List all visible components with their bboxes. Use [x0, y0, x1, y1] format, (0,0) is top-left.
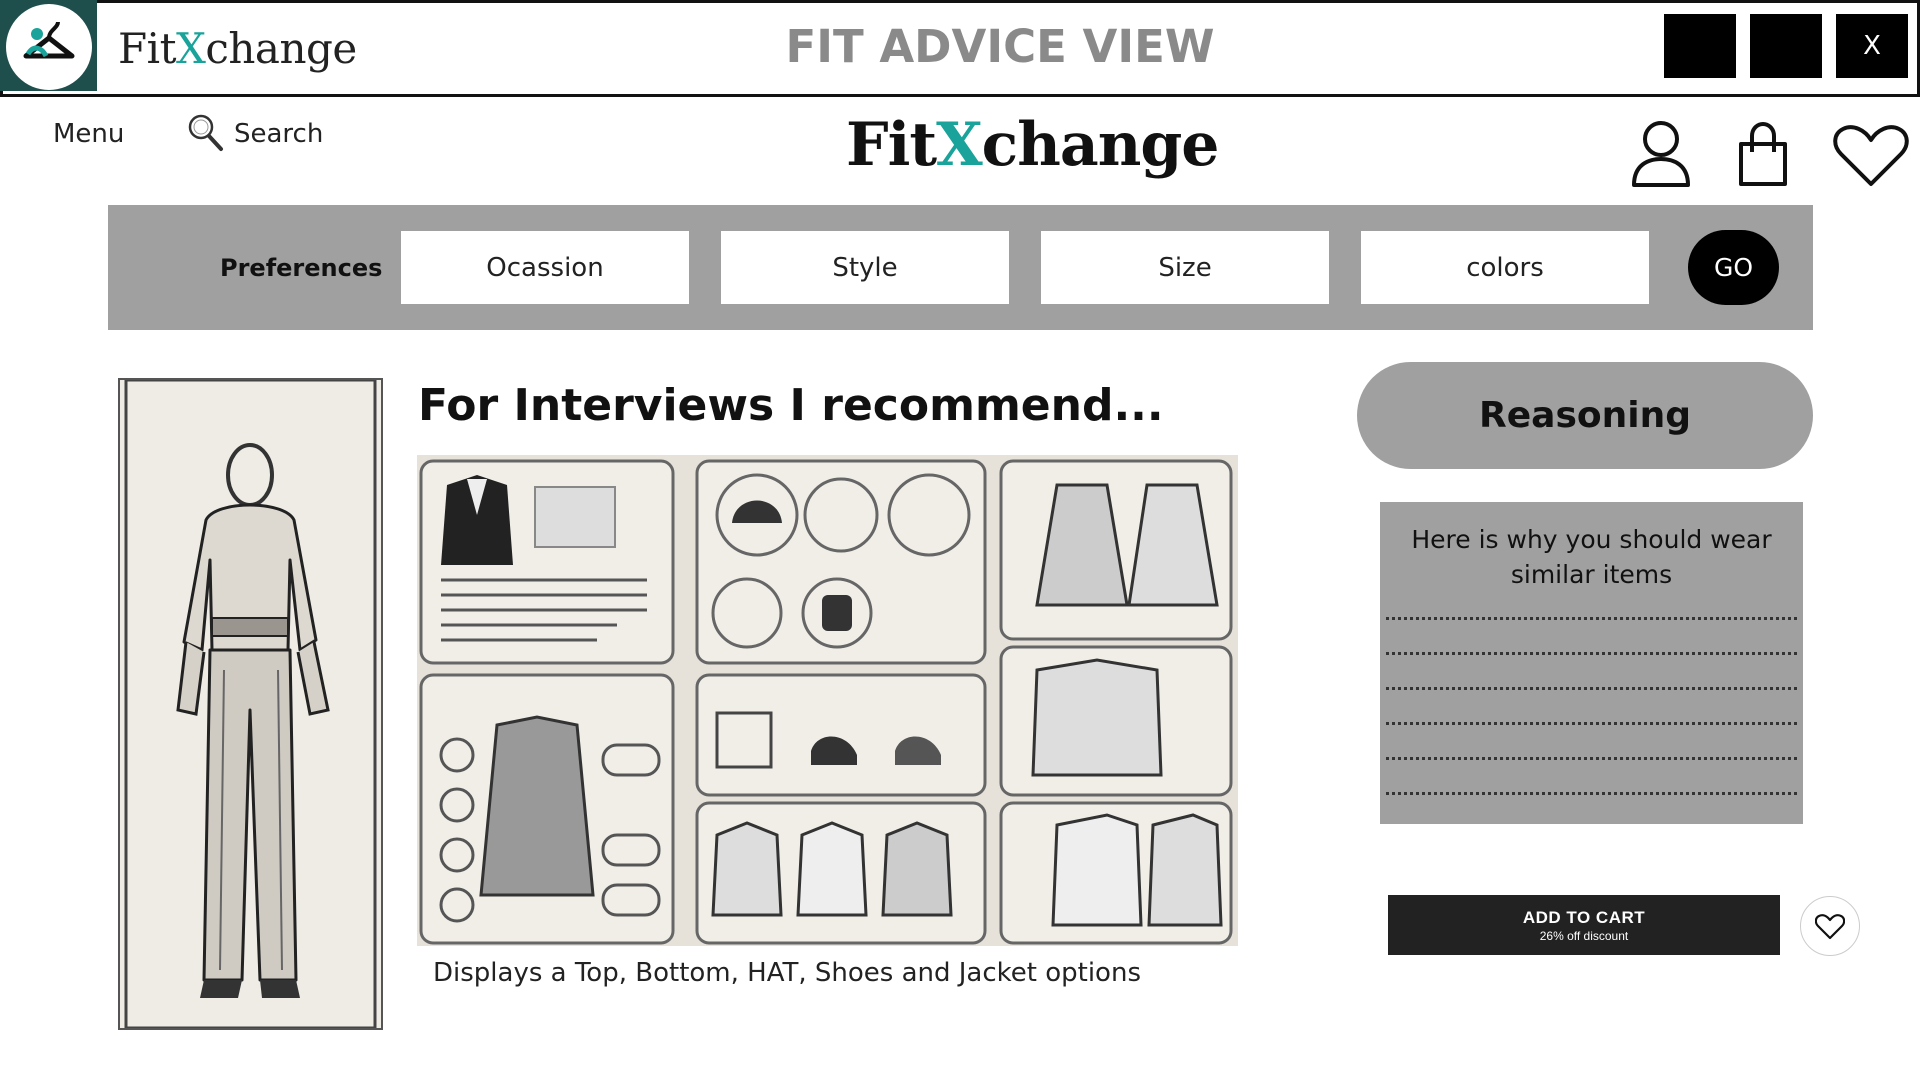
reasoning-line	[1386, 757, 1797, 760]
window-title: FIT ADVICE VIEW	[785, 20, 1215, 73]
search-icon[interactable]	[186, 112, 224, 152]
heart-icon	[1815, 913, 1845, 939]
minimize-button[interactable]	[1664, 14, 1736, 78]
maximize-button[interactable]	[1750, 14, 1822, 78]
add-to-cart-button[interactable]: ADD TO CART 26% off discount	[1388, 895, 1780, 955]
close-button[interactable]: X	[1836, 14, 1908, 78]
reasoning-button[interactable]: Reasoning	[1357, 362, 1813, 469]
mannequin-outfit-image	[118, 378, 383, 1030]
shopping-bag-icon[interactable]	[1737, 122, 1789, 186]
style-field[interactable]: Style	[721, 231, 1009, 304]
outfit-options-collage	[417, 455, 1238, 946]
collage-caption: Displays a Top, Bottom, HAT, Shoes and J…	[433, 958, 1141, 988]
add-to-cart-label: ADD TO CART	[1522, 907, 1646, 927]
menu-link[interactable]: Menu	[53, 119, 124, 149]
reasoning-line	[1386, 617, 1797, 620]
reasoning-line	[1386, 722, 1797, 725]
reasoning-line	[1386, 792, 1797, 795]
recommendation-heading: For Interviews I recommend...	[418, 380, 1164, 431]
go-button[interactable]: GO	[1688, 230, 1779, 305]
brand-logo[interactable]: FitXchange	[846, 110, 1219, 180]
wishlist-button[interactable]	[1800, 896, 1860, 956]
reasoning-line	[1386, 652, 1797, 655]
user-icon[interactable]	[1630, 119, 1692, 187]
heart-icon[interactable]	[1833, 124, 1909, 188]
reasoning-text: Here is why you should wear similar item…	[1411, 525, 1772, 589]
search-link[interactable]: Search	[234, 119, 323, 149]
occasion-field[interactable]: Ocassion	[401, 231, 689, 304]
discount-label: 26% off discount	[1539, 928, 1629, 943]
preferences-label: Preferences	[220, 254, 383, 282]
size-field[interactable]: Size	[1041, 231, 1329, 304]
colors-field[interactable]: colors	[1361, 231, 1649, 304]
reasoning-line	[1386, 687, 1797, 690]
